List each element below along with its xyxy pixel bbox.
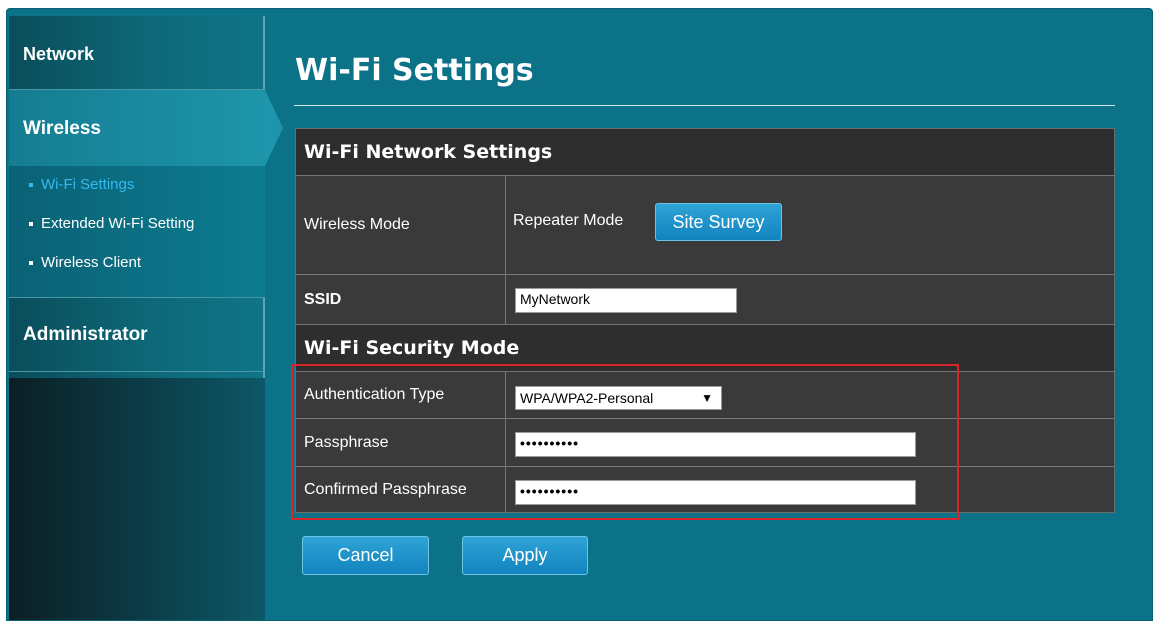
wireless-mode-value-cell: Repeater Mode Site Survey <box>507 176 1114 274</box>
submenu-label: Wireless Client <box>41 254 142 271</box>
submenu-item-extended-wifi[interactable]: Extended Wi-Fi Setting <box>29 215 194 254</box>
sidebar-fill <box>9 378 265 620</box>
page-title: Wi-Fi Settings <box>295 53 534 88</box>
dropdown-arrow-icon: ▼ <box>701 391 713 405</box>
passphrase-input[interactable]: •••••••••• <box>515 432 916 457</box>
sidebar-item-network[interactable]: Network <box>9 16 265 90</box>
sidebar-item-administrator[interactable]: Administrator <box>9 298 265 372</box>
bullet-icon <box>29 222 33 226</box>
cancel-button[interactable]: Cancel <box>302 536 429 575</box>
sidebar-section-wireless: Wireless Wi-Fi Settings Extended Wi-Fi S… <box>9 90 283 298</box>
title-divider <box>294 105 1115 106</box>
security-mode-heading: Wi-Fi Security Mode <box>296 325 1114 372</box>
ssid-row: SSID MyNetwork <box>296 275 1114 325</box>
sidebar-administrator-label: Administrator <box>23 324 148 345</box>
passphrase-value-cell: •••••••••• <box>507 419 1114 466</box>
network-settings-heading: Wi-Fi Network Settings <box>296 129 1114 176</box>
confirm-passphrase-input[interactable]: •••••••••• <box>515 480 916 505</box>
confirm-passphrase-label: Confirmed Passphrase <box>296 467 506 513</box>
auth-type-row: Authentication Type WPA/WPA2-Personal ▼ <box>296 372 1114 419</box>
submenu-item-wifi-settings[interactable]: Wi-Fi Settings <box>29 176 194 215</box>
confirm-passphrase-value-cell: •••••••••• <box>507 467 1114 513</box>
ssid-label: SSID <box>296 275 506 324</box>
auth-type-select[interactable]: WPA/WPA2-Personal ▼ <box>515 386 722 410</box>
sidebar: Network Wireless Wi-Fi Settings Extended… <box>9 16 283 620</box>
wireless-mode-value: Repeater Mode <box>513 212 624 229</box>
confirm-passphrase-row: Confirmed Passphrase •••••••••• <box>296 467 1114 513</box>
sidebar-wireless-label: Wireless <box>23 118 101 139</box>
auth-type-selected: WPA/WPA2-Personal <box>520 390 654 406</box>
bullet-icon <box>29 183 33 187</box>
main-content: Wi-Fi Settings Wi-Fi Network Settings Wi… <box>287 9 1135 609</box>
apply-button[interactable]: Apply <box>462 536 588 575</box>
wireless-submenu: Wi-Fi Settings Extended Wi-Fi Setting Wi… <box>29 176 194 293</box>
settings-panel: Wi-Fi Network Settings Wireless Mode Rep… <box>295 128 1115 513</box>
wireless-mode-row: Wireless Mode Repeater Mode Site Survey <box>296 176 1114 275</box>
wireless-mode-label: Wireless Mode <box>296 176 506 274</box>
ssid-input[interactable]: MyNetwork <box>515 288 737 313</box>
site-survey-button[interactable]: Site Survey <box>655 203 782 241</box>
auth-type-value-cell: WPA/WPA2-Personal ▼ <box>507 372 1114 418</box>
submenu-item-wireless-client[interactable]: Wireless Client <box>29 254 194 293</box>
passphrase-label: Passphrase <box>296 419 506 466</box>
submenu-label: Extended Wi-Fi Setting <box>41 215 195 232</box>
active-arrow-indicator <box>265 90 283 166</box>
ssid-value-cell: MyNetwork <box>507 275 1114 324</box>
passphrase-row: Passphrase •••••••••• <box>296 419 1114 467</box>
submenu-label: Wi-Fi Settings <box>41 176 135 193</box>
sidebar-network-label: Network <box>23 44 95 64</box>
bullet-icon <box>29 261 33 265</box>
app-frame: Network Wireless Wi-Fi Settings Extended… <box>6 8 1153 621</box>
auth-type-label: Authentication Type <box>296 372 506 418</box>
